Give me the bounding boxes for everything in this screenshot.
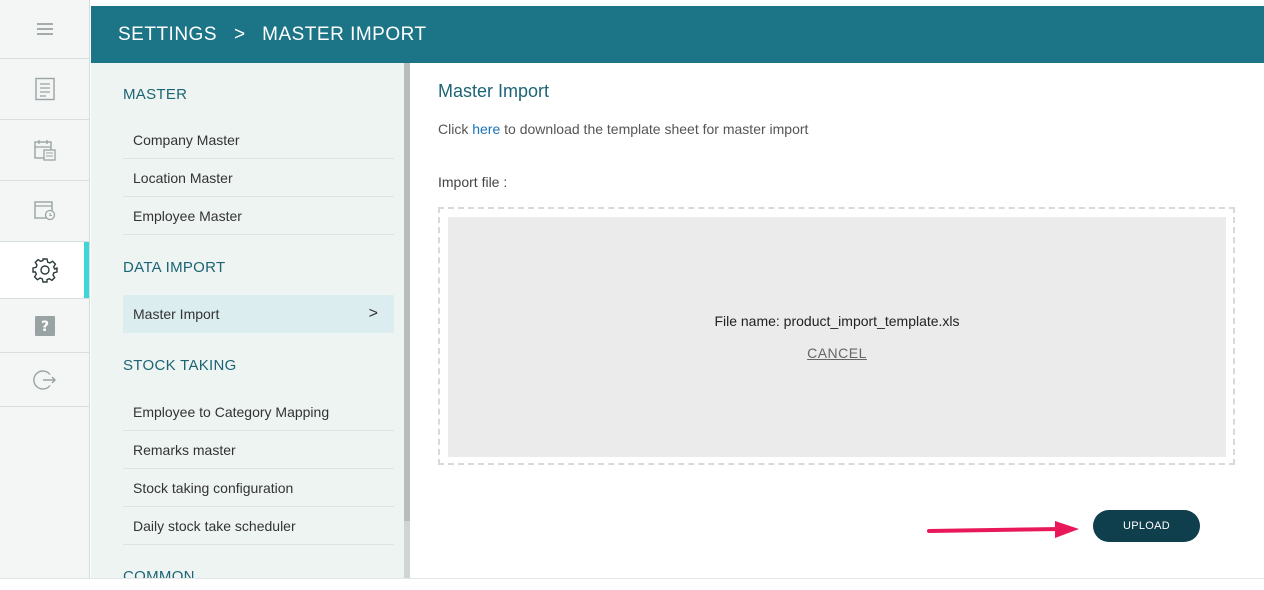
cancel-file-area: CANCEL [448, 345, 1226, 361]
bottom-divider [0, 578, 1264, 579]
icon-rail: ? [0, 0, 90, 578]
breadcrumb-current: MASTER IMPORT [262, 23, 427, 45]
settings-menu: MASTER Company Master Location Master Em… [91, 63, 405, 578]
template-download-link[interactable]: here [472, 121, 500, 137]
rail-item-calendar[interactable] [0, 120, 89, 181]
menu-item-remarks-master[interactable]: Remarks master [123, 431, 394, 469]
menu-section-master: MASTER [123, 86, 188, 103]
master-import-panel: Master Import Click here to download the… [410, 63, 1264, 578]
chevron-right-icon: > [368, 305, 378, 322]
gear-icon [31, 258, 58, 283]
menu-item-daily-stock-take-scheduler[interactable]: Daily stock take scheduler [123, 507, 394, 545]
svg-text:?: ? [40, 319, 48, 335]
menu-item-stock-taking-configuration[interactable]: Stock taking configuration [123, 469, 394, 507]
menu-item-label: Master Import [133, 306, 220, 322]
template-download-hint: Click here to download the template shee… [438, 121, 808, 137]
logout-icon [32, 369, 56, 390]
upload-button[interactable]: UPLOAD [1093, 510, 1200, 542]
rail-item-help[interactable]: ? [0, 299, 89, 353]
menu-item-company-master[interactable]: Company Master [123, 121, 394, 159]
hint-suffix: to download the template sheet for maste… [500, 121, 809, 137]
schedule-icon [33, 201, 55, 221]
menu-section-data-import: DATA IMPORT [123, 259, 226, 276]
rail-item-schedule[interactable] [0, 181, 89, 242]
file-name-text: File name: product_import_template.xls [714, 313, 960, 329]
menu-section-common: COMMON [123, 568, 195, 578]
import-file-label: Import file : [438, 174, 508, 190]
rail-item-reports[interactable] [0, 59, 89, 120]
arrow-annotation-icon [927, 521, 1079, 538]
file-dropzone[interactable]: File name: product_import_template.xls C… [438, 207, 1235, 465]
page-header: SETTINGS > MASTER IMPORT [91, 6, 1264, 63]
hamburger-menu-icon [36, 23, 53, 35]
hint-prefix: Click [438, 121, 473, 137]
menu-item-location-master[interactable]: Location Master [123, 159, 394, 197]
document-icon [34, 77, 55, 101]
calendar-icon [33, 140, 56, 161]
page-title: Master Import [438, 81, 550, 101]
menu-item-employee-category-mapping[interactable]: Employee to Category Mapping [123, 393, 394, 431]
selected-file-panel: File name: product_import_template.xls C… [448, 217, 1226, 457]
breadcrumb-settings[interactable]: SETTINGS [118, 24, 217, 46]
cancel-file-link[interactable]: CANCEL [807, 345, 867, 361]
rail-item-logout[interactable] [0, 353, 89, 407]
menu-section-stock-taking: STOCK TAKING [123, 357, 237, 374]
menu-item-employee-master[interactable]: Employee Master [123, 197, 394, 235]
breadcrumb-separator: > [234, 23, 246, 45]
rail-menu-button[interactable] [0, 0, 89, 59]
menu-item-master-import[interactable]: Master Import > [123, 295, 394, 333]
help-icon: ? [34, 315, 55, 336]
rail-item-settings[interactable] [0, 242, 89, 299]
